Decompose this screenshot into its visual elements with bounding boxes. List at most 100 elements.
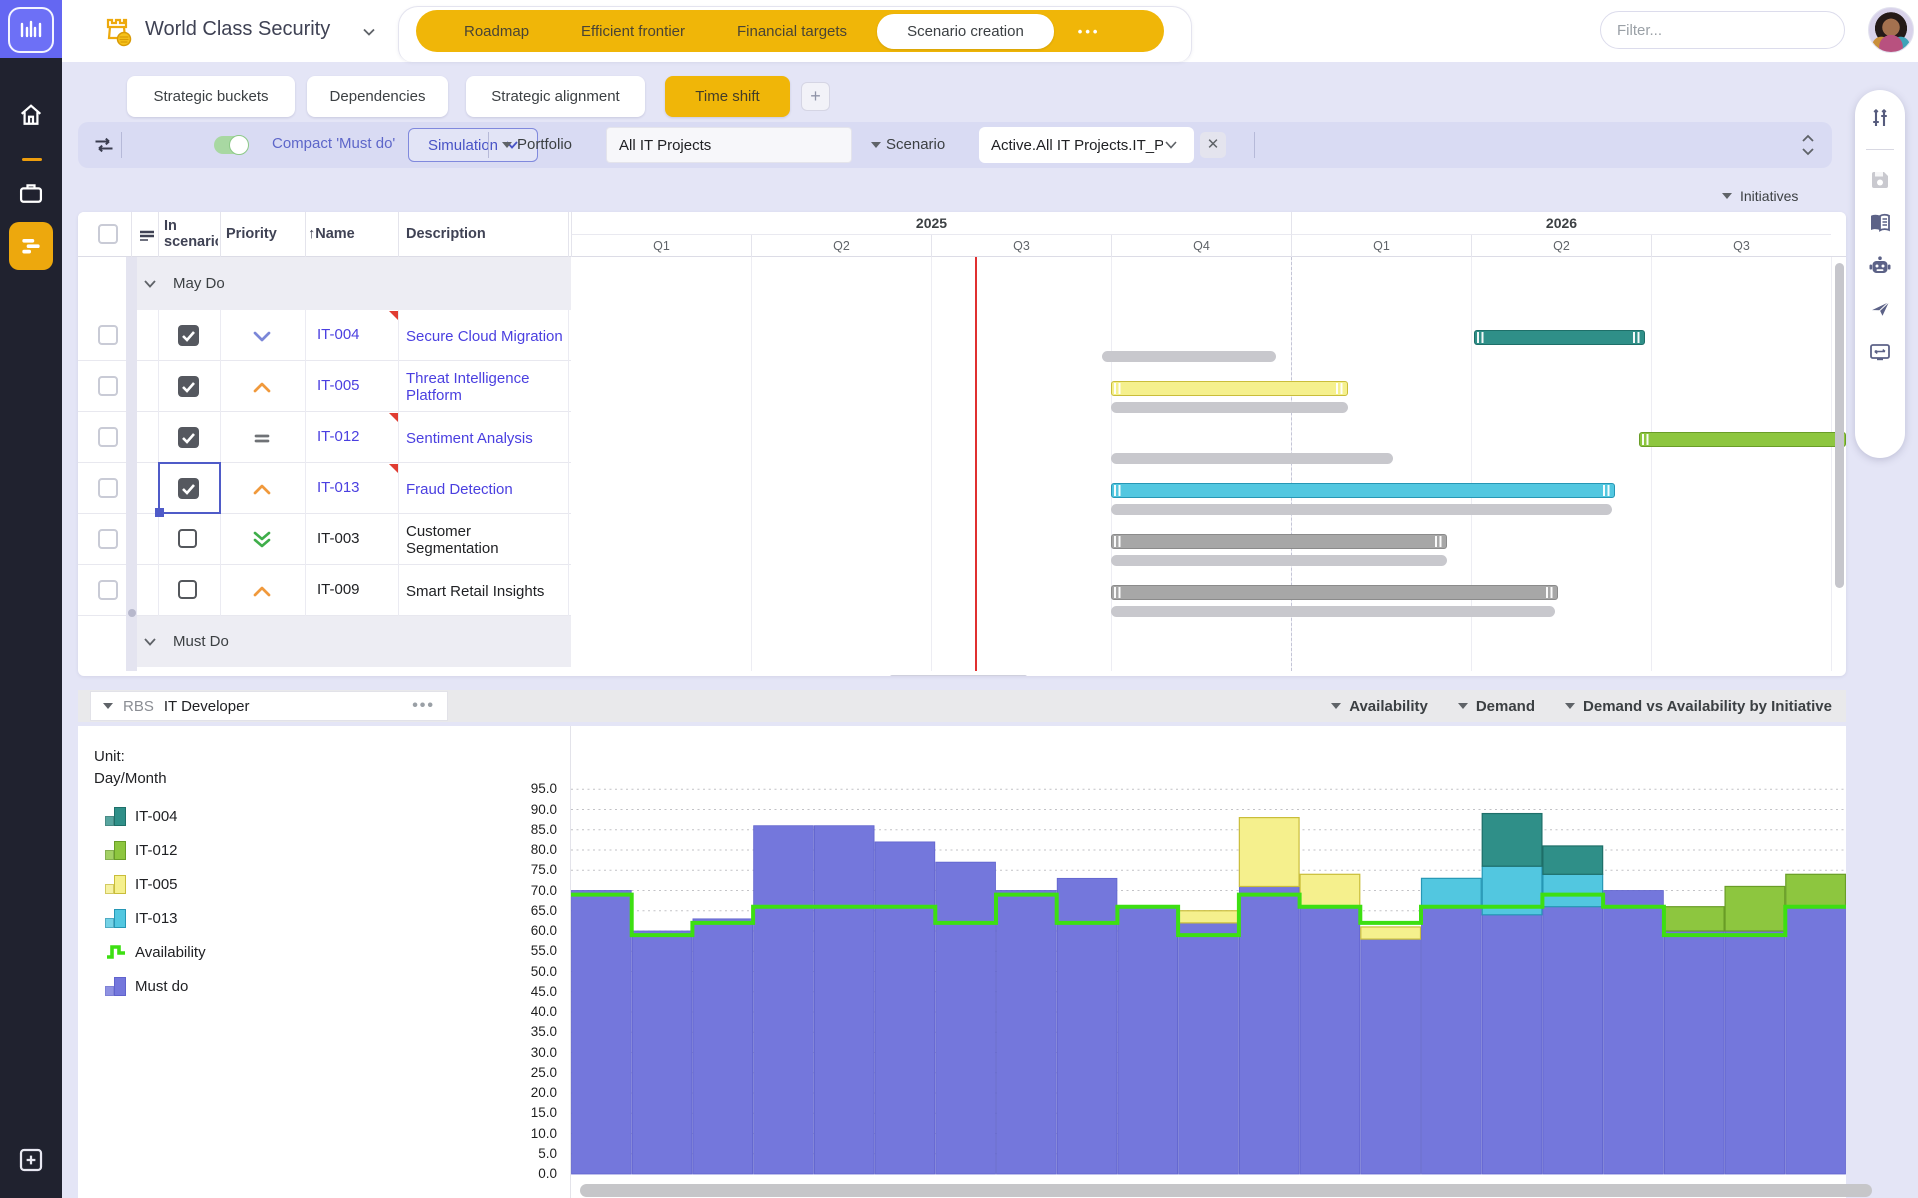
- send-icon: [1867, 297, 1893, 321]
- priority-icon-down[interactable]: [250, 324, 274, 348]
- sidebar-item-home[interactable]: [16, 100, 46, 130]
- initiatives-label: Initiatives: [1740, 188, 1798, 204]
- briefcase-icon: [17, 179, 45, 207]
- in-scenario-checkbox[interactable]: [178, 325, 199, 346]
- rbs-selector[interactable]: RBS IT Developer •••: [90, 691, 448, 721]
- robot-icon: [1867, 254, 1893, 278]
- more-tabs-button[interactable]: •••: [1062, 24, 1117, 39]
- left-sidebar: [0, 0, 62, 1198]
- shift-settings-icon[interactable]: [92, 133, 116, 162]
- column-header-in-scenario[interactable]: In scenario: [164, 218, 218, 252]
- table-row-it-009: IT-009 Smart Retail Insights: [78, 565, 571, 616]
- row-select-checkbox[interactable]: [98, 478, 118, 498]
- documentation-button[interactable]: [1867, 210, 1893, 236]
- gantt-quarter: Q4: [1111, 235, 1291, 257]
- gantt-bar-it-005[interactable]: [1111, 381, 1348, 396]
- gantt-bar-it-004[interactable]: [1474, 330, 1645, 345]
- row-description[interactable]: Fraud Detection: [406, 471, 564, 507]
- initiatives-dropdown-icon: [1722, 193, 1732, 199]
- priority-icon-up[interactable]: [250, 579, 274, 603]
- console-button[interactable]: [1867, 339, 1893, 365]
- subnav-time-shift[interactable]: Time shift: [665, 76, 790, 117]
- priority-icon-up[interactable]: [250, 477, 274, 501]
- select-all-checkbox[interactable]: [98, 224, 118, 244]
- row-select-checkbox[interactable]: [98, 427, 118, 447]
- in-scenario-checkbox[interactable]: [178, 376, 199, 397]
- in-scenario-checkbox[interactable]: [178, 427, 199, 448]
- view-settings-button[interactable]: [1867, 106, 1893, 132]
- compact-must-do-toggle[interactable]: [214, 136, 248, 154]
- selection-handle[interactable]: [155, 508, 164, 517]
- compact-must-do-label: Compact 'Must do': [272, 135, 395, 152]
- row-code[interactable]: IT-013: [317, 479, 360, 496]
- chart-horizontal-scrollbar[interactable]: [580, 1184, 1872, 1197]
- group-row-may-do[interactable]: May Do: [131, 257, 571, 310]
- assistant-button[interactable]: [1867, 253, 1893, 279]
- tab-roadmap[interactable]: Roadmap: [442, 14, 551, 49]
- tab-scenario-creation[interactable]: Scenario creation: [877, 14, 1054, 49]
- row-description[interactable]: Customer Segmentation: [406, 522, 564, 558]
- gantt-vertical-scrollbar[interactable]: [1835, 263, 1844, 588]
- subnav-strategic-alignment[interactable]: Strategic alignment: [466, 76, 645, 117]
- row-description[interactable]: Secure Cloud Migration: [406, 318, 564, 354]
- portfolio-value-field[interactable]: All IT Projects: [606, 127, 852, 163]
- avatar[interactable]: [1868, 7, 1914, 53]
- column-header-name[interactable]: ↑Name: [308, 226, 355, 242]
- row-code[interactable]: IT-012: [317, 428, 360, 445]
- scenario-value-field[interactable]: Active.All IT Projects.IT_PM: [979, 127, 1194, 163]
- tab-efficient-frontier[interactable]: Efficient frontier: [559, 14, 707, 49]
- clear-scenario-button[interactable]: ✕: [1200, 132, 1226, 158]
- row-description[interactable]: Sentiment Analysis: [406, 420, 564, 456]
- priority-icon-double_down[interactable]: [250, 528, 274, 552]
- row-select-checkbox[interactable]: [98, 376, 118, 396]
- rbs-menu-button[interactable]: •••: [412, 697, 435, 715]
- table-scrollbar-track[interactable]: [126, 257, 137, 671]
- row-select-checkbox[interactable]: [98, 580, 118, 600]
- warning-corner-flag: [389, 311, 398, 320]
- save-button[interactable]: [1867, 167, 1893, 193]
- send-button[interactable]: [1867, 296, 1893, 322]
- row-description[interactable]: Smart Retail Insights: [406, 573, 564, 609]
- collapse-toolbar-control[interactable]: [1796, 128, 1820, 162]
- scenario-dropdown-icon[interactable]: [871, 142, 881, 148]
- in-scenario-checkbox[interactable]: [178, 580, 197, 599]
- row-code[interactable]: IT-009: [317, 581, 360, 598]
- gantt-horizontal-scrollbar[interactable]: [890, 675, 1027, 676]
- title-chevron-down-icon[interactable]: [361, 24, 377, 40]
- row-select-checkbox[interactable]: [98, 529, 118, 549]
- table-row-it-013: IT-013 Fraud Detection: [78, 463, 571, 514]
- view-availability[interactable]: Availability: [1331, 698, 1428, 715]
- column-header-description[interactable]: Description: [406, 226, 486, 242]
- resource-chart-card: Unit: Day/Month IT-004IT-012IT-005IT-013…: [78, 726, 1846, 1198]
- view-demand[interactable]: Demand: [1458, 698, 1535, 715]
- row-select-checkbox[interactable]: [98, 325, 118, 345]
- row-code[interactable]: IT-005: [317, 377, 360, 394]
- sidebar-item-portfolio[interactable]: [16, 178, 46, 208]
- initiatives-section-toggle[interactable]: Initiatives: [1722, 188, 1798, 204]
- subnav-dependencies[interactable]: Dependencies: [307, 76, 448, 117]
- row-code[interactable]: IT-004: [317, 326, 360, 343]
- view-demand-vs-availability-by-initiative[interactable]: Demand vs Availability by Initiative: [1565, 698, 1832, 715]
- priority-icon-equal[interactable]: [250, 426, 274, 450]
- gantt-bar-it-003[interactable]: [1111, 534, 1447, 549]
- row-grouping-icon[interactable]: [137, 225, 157, 250]
- filter-input[interactable]: [1600, 11, 1845, 49]
- add-view-button[interactable]: +: [801, 82, 830, 111]
- sidebar-item-roadmap-active[interactable]: [9, 222, 53, 270]
- gantt-bar-it-013[interactable]: [1111, 483, 1615, 498]
- group-row-must-do[interactable]: Must Do: [131, 616, 571, 667]
- tab-financial-targets[interactable]: Financial targets: [715, 14, 869, 49]
- in-scenario-checkbox[interactable]: [178, 529, 197, 548]
- column-header-priority[interactable]: Priority: [226, 226, 277, 242]
- app-logo[interactable]: [8, 7, 54, 53]
- gantt-bar-it-009[interactable]: [1111, 585, 1558, 600]
- sidebar-item-add[interactable]: [16, 1145, 46, 1175]
- y-axis-label: 95.0: [497, 781, 557, 796]
- gantt-bar-it-012[interactable]: [1639, 432, 1846, 447]
- row-code[interactable]: IT-003: [317, 530, 360, 547]
- row-description[interactable]: Threat Intelligence Platform: [406, 369, 564, 405]
- priority-icon-up[interactable]: [250, 375, 274, 399]
- subnav-strategic-buckets[interactable]: Strategic buckets: [127, 76, 295, 117]
- portfolio-dropdown-icon[interactable]: [502, 142, 512, 148]
- gantt-year-2025: 2025: [571, 212, 1291, 235]
